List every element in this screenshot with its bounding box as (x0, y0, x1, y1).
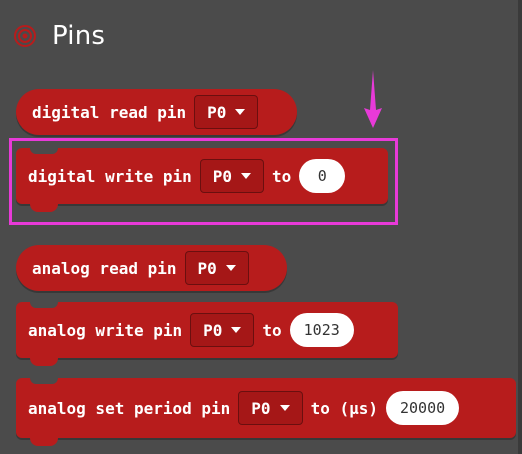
value-field[interactable]: 1023 (289, 313, 354, 347)
caret-down-icon (231, 327, 242, 333)
category-title: Pins (52, 21, 106, 51)
analog-set-period-pin-block[interactable]: analog set period pin P0 to (µs) 20000 (16, 378, 516, 446)
analog-write-pin-block[interactable]: analog write pin P0 to 1023 (16, 302, 398, 366)
block-label: analog write pin (28, 320, 183, 340)
pin-value: P0 (207, 102, 227, 122)
caret-down-icon (235, 109, 246, 115)
digital-read-pin-block[interactable]: digital read pin P0 (16, 89, 297, 135)
to-us-label: to (µs) (310, 398, 378, 418)
caret-down-icon (279, 405, 290, 411)
to-label: to (262, 320, 282, 340)
category-header[interactable]: Pins (14, 18, 105, 54)
block-label: analog set period pin (28, 398, 231, 418)
pin-value: P0 (197, 258, 217, 278)
value-field[interactable]: 20000 (386, 391, 460, 425)
flyout-scrollbar[interactable] (518, 0, 522, 454)
block-label: digital read pin (32, 102, 187, 122)
analog-read-pin-block[interactable]: analog read pin P0 (16, 245, 287, 291)
pin-value: P0 (203, 320, 223, 340)
caret-down-icon (225, 265, 236, 271)
block-label: analog read pin (32, 258, 177, 278)
pin-dropdown[interactable]: P0 (184, 251, 249, 285)
pin-dropdown[interactable]: P0 (238, 391, 303, 425)
pin-dropdown[interactable]: P0 (194, 95, 259, 129)
pin-value: P0 (251, 398, 271, 418)
pins-flyout: Pins digital read pin P0 digital write p… (0, 0, 522, 454)
highlight-box (9, 138, 398, 225)
pin-dropdown[interactable]: P0 (190, 313, 255, 347)
pins-target-icon (14, 25, 36, 47)
down-arrow-icon (362, 70, 384, 128)
